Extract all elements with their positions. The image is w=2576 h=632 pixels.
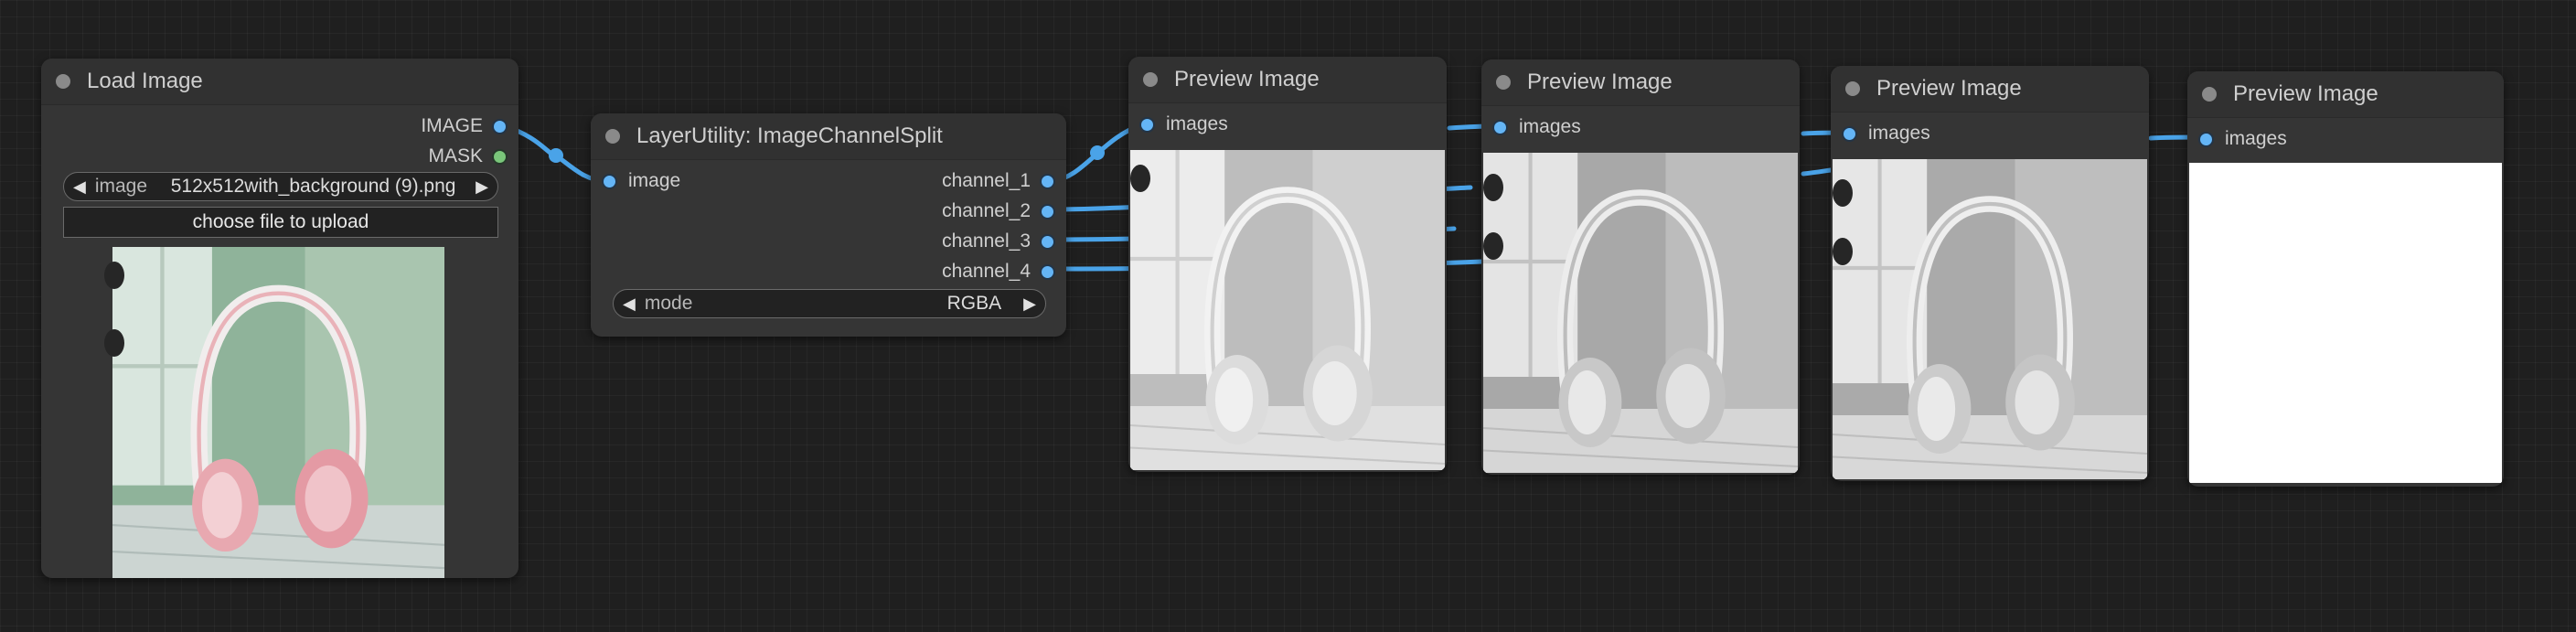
- preview-image-gray: [1130, 150, 1445, 470]
- input-dot-icon[interactable]: [2198, 131, 2214, 147]
- widget-label: mode: [644, 293, 693, 314]
- preview-image-node-4[interactable]: Preview Image images: [2187, 71, 2504, 487]
- collapse-dot-icon[interactable]: [1845, 81, 1860, 96]
- input-slot-images[interactable]: images: [2198, 128, 2287, 150]
- connector-stub: [1833, 238, 1853, 265]
- preview-image-white: [2189, 163, 2502, 483]
- collapse-dot-icon[interactable]: [2202, 87, 2217, 102]
- output-dot-icon[interactable]: [1040, 263, 1055, 280]
- loaded-image-thumbnail: [112, 247, 444, 578]
- preview-image-gray: [1483, 153, 1798, 473]
- right-arrow-icon[interactable]: ▶: [1014, 295, 1045, 314]
- node-title: Preview Image: [1174, 67, 1320, 91]
- input-dot-icon[interactable]: [1139, 116, 1155, 133]
- connector-stub: [1483, 174, 1503, 201]
- connector-stub: [1833, 179, 1853, 207]
- preview-image-gray: [1833, 159, 2147, 479]
- input-dot-icon[interactable]: [1492, 119, 1508, 135]
- slot-label: channel_3: [942, 230, 1031, 252]
- output-dot-icon[interactable]: [1040, 203, 1055, 220]
- collapse-dot-icon[interactable]: [56, 74, 70, 89]
- collapse-dot-icon[interactable]: [1496, 75, 1511, 90]
- input-slot-images[interactable]: images: [1492, 116, 1581, 138]
- node-title: Preview Image: [2233, 81, 2378, 106]
- image-select-widget[interactable]: ◀ image 512x512with_background (9).png ▶: [63, 172, 498, 201]
- connector-stub: [104, 329, 124, 357]
- node-title: LayerUtility: ImageChannelSplit: [636, 123, 943, 148]
- node-title-bar[interactable]: Preview Image: [1481, 59, 1800, 106]
- output-dot-icon[interactable]: [492, 118, 508, 134]
- right-arrow-icon[interactable]: ▶: [466, 177, 497, 197]
- connector-stub: [1130, 165, 1150, 192]
- preview-image-node-2[interactable]: Preview Image images: [1481, 59, 1800, 475]
- left-arrow-icon[interactable]: ◀: [614, 295, 645, 314]
- output-slot-channel-3[interactable]: channel_3: [942, 230, 1055, 252]
- channel-split-node[interactable]: LayerUtility: ImageChannelSplit image ch…: [591, 113, 1066, 337]
- node-title: Load Image: [87, 69, 203, 93]
- output-dot-icon[interactable]: [492, 148, 508, 165]
- output-slot-channel-1[interactable]: channel_1: [942, 170, 1055, 192]
- slot-label: images: [1519, 116, 1581, 137]
- connector-stub: [1483, 232, 1503, 260]
- widget-value: 512x512with_background (9).png: [170, 176, 456, 197]
- slot-label: MASK: [428, 145, 483, 166]
- upload-button[interactable]: choose file to upload: [63, 207, 498, 238]
- preview-image-node-1[interactable]: Preview Image images: [1128, 57, 1447, 472]
- widget-value: RGBA: [946, 293, 1002, 314]
- preview-image-node-3[interactable]: Preview Image images: [1831, 66, 2149, 481]
- output-dot-icon[interactable]: [1040, 233, 1055, 250]
- slot-label: images: [2225, 128, 2287, 149]
- load-image-node[interactable]: Load Image IMAGE MASK ◀ image 512x512wit…: [41, 59, 518, 578]
- node-title: Preview Image: [1527, 70, 1673, 94]
- node-title-bar[interactable]: LayerUtility: ImageChannelSplit: [591, 113, 1066, 160]
- slot-label: channel_2: [942, 200, 1031, 221]
- connector-stub: [104, 262, 124, 289]
- left-arrow-icon[interactable]: ◀: [64, 177, 95, 197]
- reroute-dot: [1090, 145, 1105, 160]
- output-slot-image[interactable]: IMAGE: [421, 115, 508, 137]
- collapse-dot-icon[interactable]: [1143, 72, 1158, 87]
- slot-label: channel_4: [942, 261, 1031, 282]
- input-dot-icon[interactable]: [1842, 125, 1857, 142]
- reroute-dot: [549, 148, 563, 163]
- input-dot-icon[interactable]: [602, 173, 617, 189]
- widget-label: image: [94, 176, 148, 197]
- output-dot-icon[interactable]: [1040, 173, 1055, 189]
- node-title-bar[interactable]: Load Image: [41, 59, 518, 105]
- slot-label: IMAGE: [421, 115, 483, 136]
- collapse-dot-icon[interactable]: [605, 129, 620, 144]
- slot-label: channel_1: [942, 170, 1031, 191]
- input-slot-image[interactable]: image: [602, 170, 680, 192]
- node-title-bar[interactable]: Preview Image: [1128, 57, 1447, 103]
- mode-select-widget[interactable]: ◀ mode RGBA ▶: [613, 289, 1046, 318]
- node-title: Preview Image: [1876, 76, 2022, 101]
- slot-label: image: [628, 170, 681, 191]
- output-slot-channel-4[interactable]: channel_4: [942, 261, 1055, 283]
- input-slot-images[interactable]: images: [1139, 113, 1228, 135]
- output-slot-mask[interactable]: MASK: [428, 145, 508, 167]
- output-slot-channel-2[interactable]: channel_2: [942, 200, 1055, 222]
- node-title-bar[interactable]: Preview Image: [2187, 71, 2504, 118]
- slot-label: images: [1166, 113, 1228, 134]
- input-slot-images[interactable]: images: [1842, 123, 1930, 145]
- slot-label: images: [1868, 123, 1930, 144]
- node-title-bar[interactable]: Preview Image: [1831, 66, 2149, 112]
